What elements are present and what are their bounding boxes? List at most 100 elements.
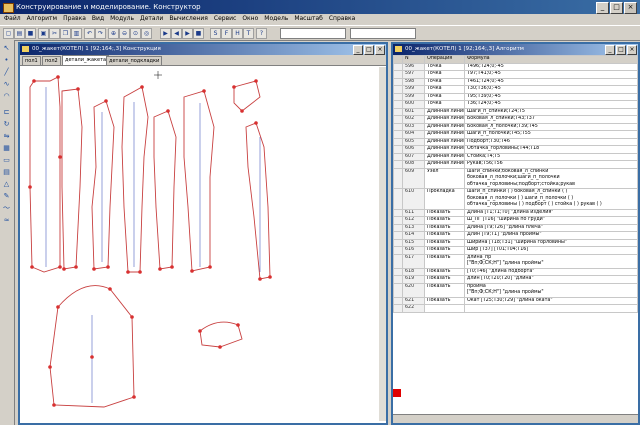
row-formula-cell[interactable]: пройма ["Вп;Ф;СК;Н"] "длина проймы" [464,282,638,298]
row-number-cell[interactable]: 600 [402,100,425,109]
combo-box-1[interactable] [280,28,346,39]
row-formula-cell[interactable]: Шир [Т37] [Т01;Т04;Т16] [464,246,638,255]
pen-tool-icon[interactable]: ✎ [2,192,11,201]
table-row[interactable]: 612 Показать Ш_ПГ [Т16] "ширина по груди" [393,216,638,225]
new-file-icon[interactable]: ▢ [3,28,14,39]
table-scrollbar[interactable] [393,414,638,423]
menu-file[interactable]: Файл [4,14,21,24]
row-number-cell[interactable]: 609 [402,167,425,189]
cut-icon[interactable]: ✂ [49,28,60,39]
curve-tool-icon[interactable]: ∿ [2,80,11,89]
rotate-tool-icon[interactable]: ↻ [2,120,11,129]
table-row[interactable]: 613 Показать Длина [Т9;Т26] "длина плеча" [393,223,638,232]
table-row[interactable]: 605 Длинная линия Подборт;Т30;Т46 [393,137,638,146]
underline-icon[interactable]: H [232,28,243,39]
algorithm-table[interactable]: N Операция Формула 596 Точка Т496;Т24;0;-4… [393,55,638,313]
dart-tool-icon[interactable]: △ [2,180,11,189]
table-row[interactable]: 617 Показать длина_пр ["Вп;Ф;СК;Н"] "длина… [393,253,638,269]
row-operation-cell[interactable]: Показать [424,246,465,255]
step-back-icon[interactable]: ◀ [171,28,182,39]
row-formula-cell[interactable]: Т95;Т39;0;-45 [464,92,638,101]
stop-icon[interactable]: ■ [193,28,204,39]
table-row[interactable]: 601 Длинная линия Шаги_п_спинки;Т24;Т5 [393,107,638,116]
table-row[interactable]: 610 Прокладка шаги_п_спинки ( ) боковая_л_… [393,188,638,210]
table-row[interactable]: 616 Показать Шир [Т37] [Т01;Т04;Т16] [393,246,638,255]
table-row[interactable]: 599 Точка Т30;Т36;0;-45 [393,85,638,94]
save-icon[interactable]: ■ [25,28,36,39]
row-marker-cell[interactable] [393,238,403,247]
row-marker-cell[interactable] [393,223,403,232]
row-number-cell[interactable]: 617 [402,253,425,269]
row-marker-cell[interactable] [393,188,403,210]
text-icon[interactable]: T [243,28,254,39]
row-formula-cell[interactable]: Длина [Т1;Т1;Т0] "длина изделия" [464,208,638,217]
row-marker-cell[interactable] [393,275,403,284]
row-operation-cell[interactable]: Точка [424,77,465,86]
canvas-scrollbar[interactable] [379,67,386,421]
row-marker-cell[interactable] [393,208,403,217]
window-maximize-button[interactable]: □ [616,45,626,55]
grid-tool-icon[interactable]: ▦ [2,144,11,153]
arc-tool-icon[interactable]: ◠ [2,92,11,101]
table-row[interactable]: 609 Узел шаги_спинки;боковая_л_спинки боко… [393,167,638,189]
zoom-fit-icon[interactable]: ⊙ [130,28,141,39]
window-close-button[interactable]: × [627,45,637,55]
row-number-cell[interactable]: 604 [402,130,425,139]
row-operation-cell[interactable]: Длинная линия [424,130,465,139]
row-number-cell[interactable]: 608 [402,160,425,169]
row-number-cell[interactable]: 620 [402,282,425,298]
row-formula-cell[interactable]: Стойка;Т4;Т5 [464,152,638,161]
row-number-cell[interactable]: 606 [402,145,425,154]
minimize-button[interactable]: _ [596,2,609,14]
row-number-cell[interactable]: 597 [402,70,425,79]
menu-view[interactable]: Вид [92,14,104,24]
zoom-in-icon[interactable]: ⊕ [108,28,119,39]
table-row[interactable]: 618 Показать [Т0;Т46] "длина подборта" [393,267,638,276]
row-marker-cell[interactable] [393,137,403,146]
row-operation-cell[interactable]: Длинная линия [424,115,465,124]
row-marker-cell[interactable] [393,246,403,255]
row-marker-cell[interactable] [393,231,403,240]
row-number-cell[interactable]: 615 [402,238,425,247]
row-formula-cell[interactable]: Ширина [Т18;Т31] "ширина горловины" [464,238,638,247]
row-marker-cell[interactable] [393,253,403,269]
row-marker-cell[interactable] [393,167,403,189]
italic-icon[interactable]: F [221,28,232,39]
row-marker-cell[interactable] [393,216,403,225]
row-marker-cell[interactable] [393,107,403,116]
row-number-cell[interactable]: 596 [402,62,425,71]
column-header-formula[interactable]: Формула [464,55,638,64]
row-formula-cell[interactable]: Т461;Т24;0;-45 [464,77,638,86]
menu-algorithm[interactable]: Алгоритм [27,14,58,24]
row-marker-cell[interactable] [393,70,403,79]
table-row[interactable]: 614 Показать Длин [Т9;Т1] "длина проймы" [393,231,638,240]
row-marker-cell[interactable] [393,145,403,154]
menu-service[interactable]: Сервис [214,14,236,24]
print-icon[interactable]: ▣ [38,28,49,39]
menu-scale[interactable]: Масштаб [294,14,323,24]
row-formula-cell[interactable]: Т36;Т24;0;-45 [464,100,638,109]
row-number-cell[interactable]: 614 [402,231,425,240]
row-operation-cell[interactable]: Показать [424,223,465,232]
table-row[interactable]: 602 Длинная линия Боковая_л_спинки;Т43;Т37 [393,115,638,124]
tab-jacket-details[interactable]: детали_жакета [62,55,110,65]
combo-box-2[interactable] [350,28,416,39]
row-marker-cell[interactable] [393,130,403,139]
column-header-number[interactable]: N [402,55,425,64]
row-number-cell[interactable]: 599 [402,85,425,94]
menu-edit[interactable]: Правка [63,14,86,24]
zoom-window-icon[interactable]: ◎ [141,28,152,39]
row-formula-cell[interactable]: Ш_ПГ [Т16] "ширина по груди" [464,216,638,225]
window-maximize-button[interactable]: □ [364,45,374,55]
table-row[interactable]: 622 [393,304,638,313]
pointer-tool-icon[interactable]: ↖ [2,44,11,53]
row-operation-cell[interactable] [424,304,465,313]
row-formula-cell[interactable]: Шаги_п_спинки;Т24;Т5 [464,107,638,116]
row-operation-cell[interactable]: Длинная линия [424,137,465,146]
row-marker-cell[interactable] [393,152,403,161]
row-formula-cell[interactable]: длина_пр ["Вп;Ф;СК;Н"] "длина проймы" [464,253,638,269]
column-header-operation[interactable]: Операция [424,55,465,64]
row-operation-cell[interactable]: Показать [424,296,465,305]
table-row[interactable]: 611 Показать Длина [Т1;Т1;Т0] "длина издел… [393,208,638,217]
row-number-cell[interactable]: 618 [402,267,425,276]
